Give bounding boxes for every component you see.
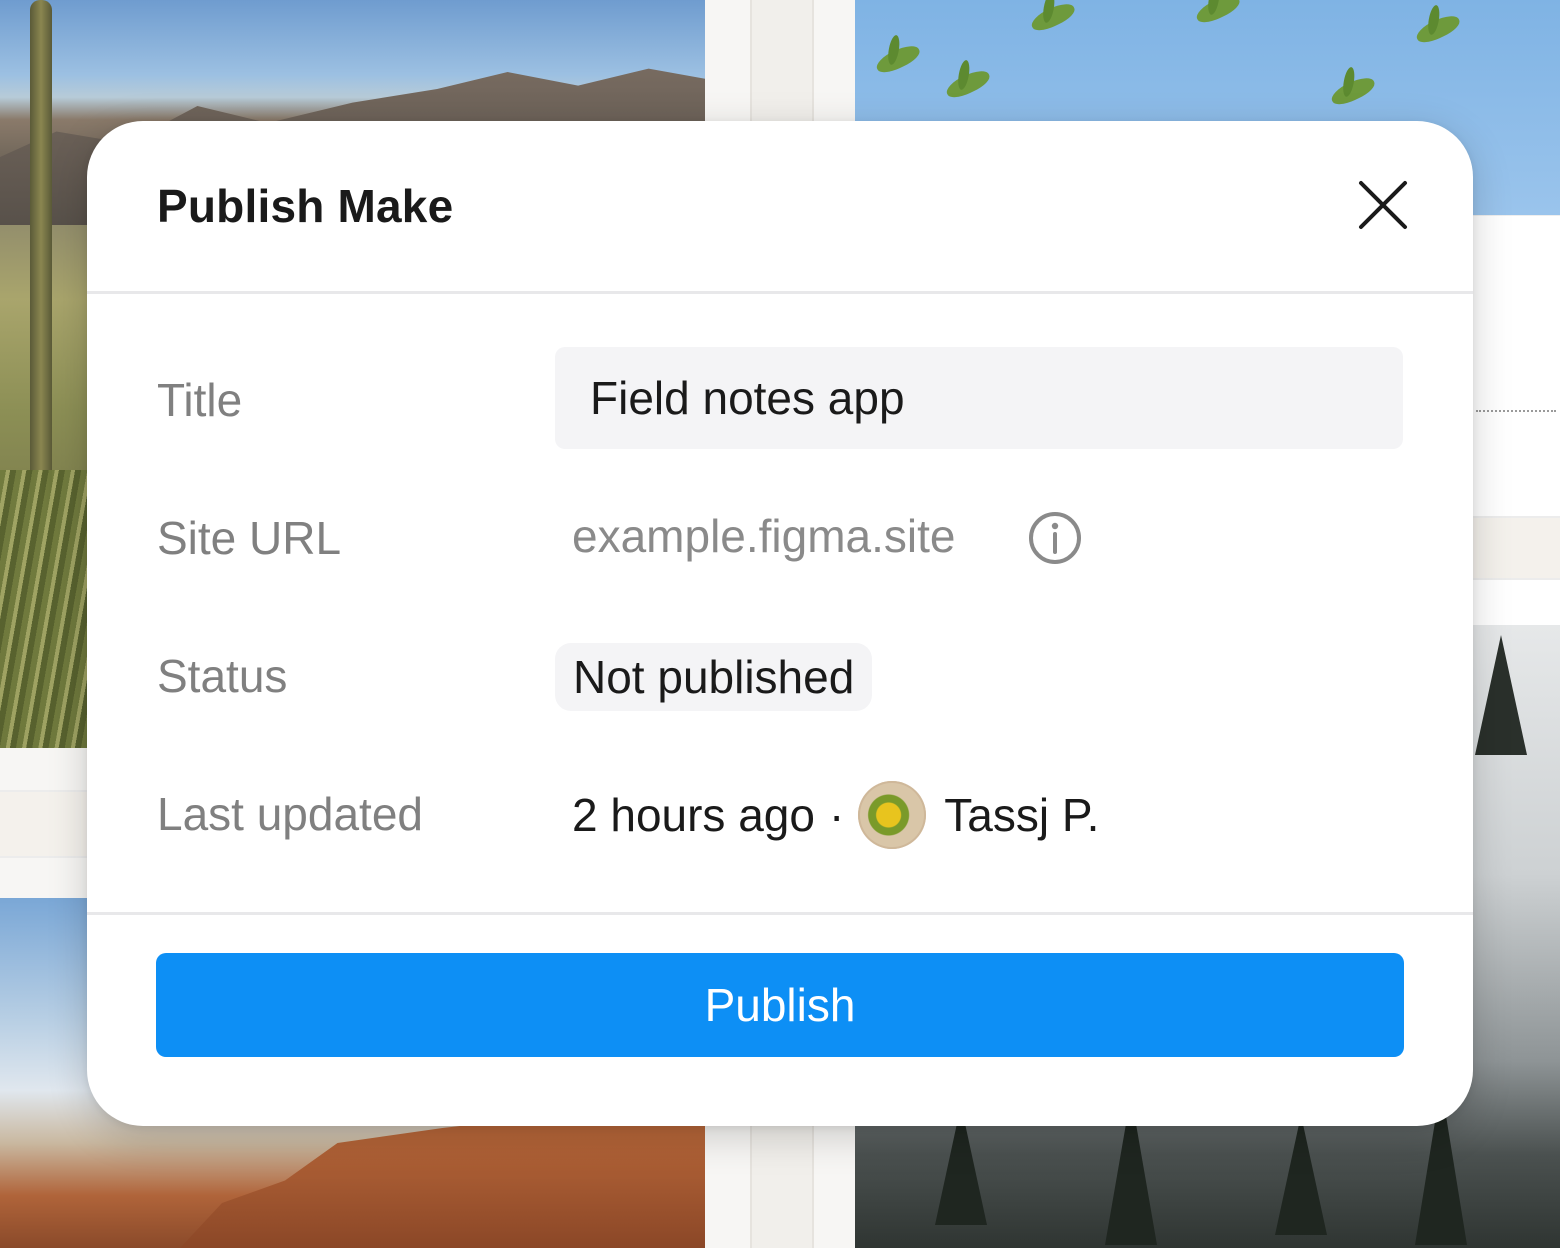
bird-shape (1028, 0, 1078, 35)
close-button[interactable] (1351, 173, 1415, 237)
card-stripe (1470, 516, 1560, 580)
status-label: Status (157, 650, 288, 702)
last-updated-label: Last updated (157, 788, 424, 840)
tree-shape (1475, 635, 1527, 755)
close-icon (1359, 181, 1407, 229)
background-divider (0, 790, 90, 858)
title-label: Title (157, 374, 243, 426)
footer-divider (87, 912, 1473, 915)
info-icon[interactable] (1027, 510, 1083, 566)
background-divider (750, 1120, 814, 1248)
publish-dialog: Publish Make Title Site URL example.figm… (87, 121, 1473, 1126)
last-updated-value: 2 hours ago · Tassj P. (572, 781, 1099, 849)
bird-shape (1413, 11, 1463, 47)
background-card (1470, 215, 1560, 626)
updated-time: 2 hours ago (572, 789, 815, 841)
publish-button[interactable]: Publish (156, 953, 1404, 1057)
title-input[interactable] (555, 347, 1403, 449)
background-divider (750, 0, 814, 130)
dialog-header: Publish Make (87, 121, 1473, 294)
bird-shape (1328, 73, 1378, 109)
tree-shape (1275, 1115, 1327, 1235)
separator-dot: · (828, 789, 845, 841)
yucca-stalk (30, 0, 52, 520)
dotted-divider (1476, 410, 1556, 412)
updated-user-name[interactable]: Tassj P. (944, 788, 1099, 842)
bird-shape (873, 41, 923, 77)
bird-shape (1193, 0, 1243, 27)
dialog-title: Publish Make (157, 180, 454, 232)
avatar[interactable] (858, 781, 927, 849)
site-url-value: example.figma.site (572, 510, 956, 562)
status-badge: Not published (555, 643, 873, 711)
bird-shape (943, 66, 993, 102)
site-url-label: Site URL (157, 512, 342, 564)
